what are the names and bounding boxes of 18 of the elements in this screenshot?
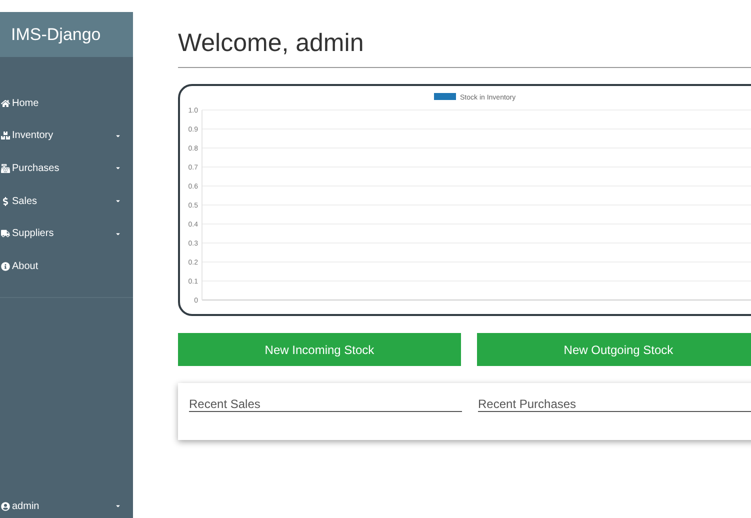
panel-heading: Recent Purchases: [478, 395, 751, 412]
info-icon: [1, 262, 10, 271]
user-icon: [1, 502, 10, 510]
dollar-icon: [1, 196, 10, 206]
brand-title: IMS-Django: [11, 24, 101, 46]
nav-item[interactable]: Home: [0, 87, 133, 120]
nav-item[interactable]: About: [0, 250, 133, 283]
nav-item[interactable]: Sales: [0, 184, 133, 218]
house-icon: [1, 98, 10, 108]
user-menu[interactable]: admin: [0, 494, 133, 518]
boxes-icon: [1, 131, 10, 140]
page-title: Welcome, admin: [178, 25, 751, 68]
nav-item[interactable]: Suppliers: [0, 217, 133, 250]
register-icon: [1, 164, 10, 173]
truck-icon: [1, 229, 10, 238]
nav-item[interactable]: Purchases: [0, 152, 133, 185]
nav-item[interactable]: Inventory: [0, 120, 133, 152]
panel-heading: Recent Sales: [189, 395, 462, 412]
